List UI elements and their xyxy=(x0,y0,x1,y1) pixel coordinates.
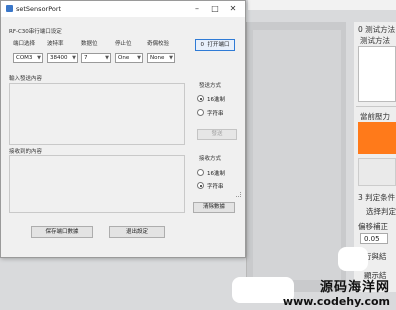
watermark-chinese: 源码海洋网 xyxy=(319,280,390,295)
clear-data-button[interactable]: 清除數據 xyxy=(193,202,235,213)
chevron-down-icon: ▼ xyxy=(72,55,76,61)
title-bar[interactable]: setSensorPort – □ ✕ xyxy=(1,1,245,17)
send-hex-radio[interactable] xyxy=(197,95,204,102)
send-hex-label: 16進制 xyxy=(207,97,225,103)
serial-settings-heading: RF-C30串行端口设定 xyxy=(9,29,62,35)
blur-patch xyxy=(338,247,368,271)
exit-settings-button[interactable]: 退出設定 xyxy=(109,226,165,238)
watermark-url: www.codehy.com xyxy=(282,295,390,308)
open-port-button[interactable]: 0 打开端口 xyxy=(195,39,235,51)
baud-select[interactable]: 38400 ▼ xyxy=(47,53,78,63)
send-string-label: 字符串 xyxy=(207,111,224,117)
select-judge-label: 选择判定 xyxy=(366,207,396,216)
test-method-heading: 0 测试方法 xyxy=(358,25,396,34)
receive-string-radio[interactable] xyxy=(197,182,204,189)
minimize-icon[interactable]: – xyxy=(189,3,205,14)
parity-label: 奇偶校验 xyxy=(147,41,170,47)
databits-value: 7 xyxy=(84,55,88,61)
port-value: COM3 xyxy=(16,55,33,61)
offset-correction-label: 偏移補正 xyxy=(358,222,388,231)
watermark: 源码海洋网 www.codehy.com xyxy=(283,276,390,308)
port-status-indicator: 0 xyxy=(200,42,204,48)
send-content-label: 輸入發送內容 xyxy=(9,76,43,82)
app-icon xyxy=(6,5,13,12)
port-select[interactable]: COM3 ▼ xyxy=(13,53,43,63)
divider xyxy=(356,106,396,107)
save-port-data-button[interactable]: 保存端口數據 xyxy=(31,226,93,238)
close-icon[interactable]: ✕ xyxy=(225,3,241,14)
receive-string-label: 字符串 xyxy=(207,184,224,190)
judge-condition-heading: 3 判定条件 xyxy=(358,193,396,202)
databits-label: 数据位 xyxy=(81,41,98,47)
background-left-panel xyxy=(246,22,346,292)
chevron-down-icon: ▼ xyxy=(169,55,173,61)
parity-select[interactable]: None ▼ xyxy=(147,53,175,63)
chevron-down-icon: ▼ xyxy=(105,55,109,61)
send-mode-label: 發送方式 xyxy=(199,83,222,89)
stopbits-label: 停止位 xyxy=(115,41,132,47)
pressure-panel-blank xyxy=(358,158,396,186)
stopbits-select[interactable]: One ▼ xyxy=(115,53,143,63)
chevron-down-icon: ▼ xyxy=(37,55,41,61)
parity-value: None xyxy=(150,55,165,61)
test-method-label: 测试方法 xyxy=(360,36,390,45)
send-content-input[interactable] xyxy=(9,83,185,145)
maximize-icon[interactable]: □ xyxy=(207,3,223,14)
databits-select[interactable]: 7 ▼ xyxy=(81,53,111,63)
receive-content-label: 接收到的內容 xyxy=(9,149,43,155)
receive-hex-label: 16進制 xyxy=(207,171,225,177)
current-pressure-display xyxy=(358,122,396,154)
receive-content-output[interactable] xyxy=(9,155,185,213)
stopbits-value: One xyxy=(118,55,130,61)
chevron-down-icon: ▼ xyxy=(137,55,141,61)
resize-grip-icon[interactable] xyxy=(236,192,241,197)
send-string-radio[interactable] xyxy=(197,109,204,116)
background-left-panel-inner xyxy=(253,30,341,280)
background-toolbar-strip xyxy=(248,0,396,10)
baud-label: 波特率 xyxy=(47,41,64,47)
test-method-list[interactable] xyxy=(358,46,396,102)
port-label: 端口选择 xyxy=(13,41,36,47)
current-pressure-label: 當前壓力 xyxy=(360,112,390,121)
window-title: setSensorPort xyxy=(16,5,62,13)
send-button[interactable]: 發送 xyxy=(197,129,237,140)
offset-correction-input[interactable]: 0.05 xyxy=(360,233,388,244)
receive-mode-label: 接收方式 xyxy=(199,156,222,162)
receive-hex-radio[interactable] xyxy=(197,169,204,176)
dialog-body: RF-C30串行端口设定 端口选择 COM3 ▼ 波特率 38400 ▼ 数据位 7… xyxy=(1,17,245,257)
open-port-label: 打开端口 xyxy=(207,42,230,48)
baud-value: 38400 xyxy=(50,55,68,61)
sensor-port-dialog: setSensorPort – □ ✕ RF-C30串行端口设定 端口选择 CO… xyxy=(0,0,246,258)
